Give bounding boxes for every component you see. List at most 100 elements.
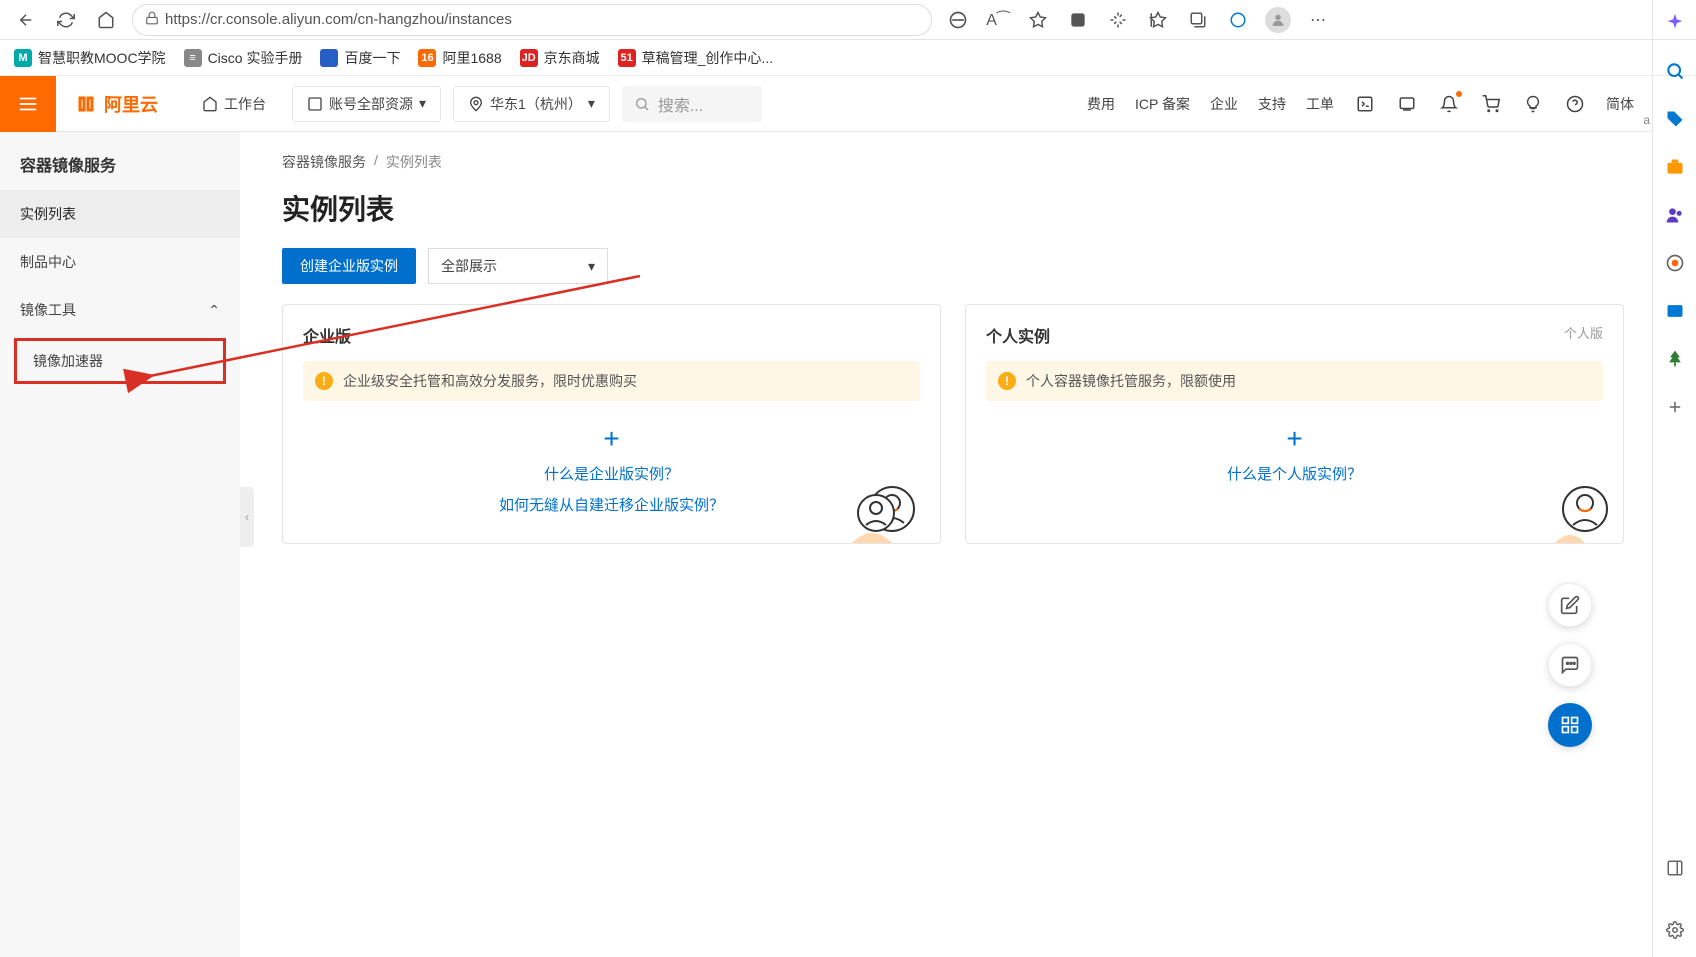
- tag-icon[interactable]: [1662, 106, 1688, 132]
- browser-ext-icon[interactable]: [1224, 6, 1252, 34]
- bookmark-item[interactable]: M智慧职教MOOC学院: [14, 48, 166, 68]
- collapse-sidebar-button[interactable]: ‹: [240, 487, 254, 547]
- workbench-link[interactable]: 工作台: [188, 86, 280, 122]
- nav-support[interactable]: 支持: [1258, 94, 1286, 114]
- bookmark-favicon: 🐾: [320, 49, 338, 67]
- help-icon[interactable]: [1564, 93, 1586, 115]
- bookmark-item[interactable]: ≡Cisco 实验手册: [184, 48, 303, 68]
- edge-sidebar: [1652, 0, 1696, 957]
- filter-select[interactable]: 全部展示 ▾: [428, 248, 608, 284]
- bookmark-item[interactable]: 51草稿管理_创作中心...: [618, 48, 773, 68]
- plus-icon[interactable]: +: [303, 425, 920, 453]
- nav-enterprise[interactable]: 企业: [1210, 94, 1238, 114]
- sidebar-title: 容器镜像服务: [0, 132, 240, 190]
- hamburger-button[interactable]: [0, 76, 56, 132]
- back-button[interactable]: [12, 6, 40, 34]
- lightbulb-icon[interactable]: [1522, 93, 1544, 115]
- refresh-button[interactable]: [52, 6, 80, 34]
- warning-icon: !: [998, 372, 1016, 390]
- nav-icp[interactable]: ICP 备案: [1135, 94, 1190, 114]
- alert-banner: ! 个人容器镜像托管服务，限额使用: [986, 361, 1603, 401]
- cart-icon[interactable]: [1480, 93, 1502, 115]
- sidebar-item-instances[interactable]: 实例列表: [0, 190, 240, 238]
- outlook-icon[interactable]: [1662, 298, 1688, 324]
- chevron-down-icon: ▾: [588, 95, 595, 112]
- console: 阿里云 工作台 账号全部资源 ▾ 华东1（杭州） ▾ 搜索... 费用 ICP …: [0, 76, 1652, 957]
- bookmark-bar: M智慧职教MOOC学院 ≡Cisco 实验手册 🐾百度一下 16阿里1688 J…: [0, 40, 1696, 76]
- copilot-icon[interactable]: [1662, 250, 1688, 276]
- bookmark-favicon: JD: [520, 49, 538, 67]
- cloud-shell-icon[interactable]: [1354, 93, 1376, 115]
- instance-cards: 企业版 ! 企业级安全托管和高效分发服务，限时优惠购买 + 什么是企业版实例？ …: [282, 304, 1624, 544]
- header-right: 费用 ICP 备案 企业 支持 工单 简体: [1087, 93, 1652, 115]
- console-search[interactable]: 搜索...: [622, 86, 762, 122]
- left-sidebar: 容器镜像服务 实例列表 制品中心 镜像工具 ⌃ 镜像加速器: [0, 132, 240, 957]
- bookmark-item[interactable]: 🐾百度一下: [320, 48, 400, 68]
- page-title: 实例列表: [282, 188, 1624, 228]
- tree-icon[interactable]: [1662, 346, 1688, 372]
- bookmark-favicon: 51: [618, 49, 636, 67]
- link-migrate-enterprise[interactable]: 如何无缝从自建迁移企业版实例？: [303, 494, 920, 515]
- briefcase-icon[interactable]: [1662, 154, 1688, 180]
- url-text: https://cr.console.aliyun.com/cn-hangzho…: [165, 11, 512, 28]
- card-title: 个人实例 个人版: [986, 323, 1603, 347]
- ie-mode-icon[interactable]: [944, 6, 972, 34]
- action-bar: 创建企业版实例 全部展示 ▾: [282, 248, 1624, 284]
- create-instance-button[interactable]: 创建企业版实例: [282, 248, 416, 284]
- bookmark-favicon: 16: [418, 49, 436, 67]
- personal-tag: 个人版: [1564, 323, 1603, 347]
- home-button[interactable]: [92, 6, 120, 34]
- sparkle-icon[interactable]: [1662, 10, 1688, 36]
- more-icon[interactable]: ⋯: [1304, 6, 1332, 34]
- account-resources-select[interactable]: 账号全部资源 ▾: [292, 86, 441, 122]
- bookmark-favicon: M: [14, 49, 32, 67]
- aliyun-logo[interactable]: 阿里云: [56, 91, 176, 117]
- bookmark-item[interactable]: JD京东商城: [520, 48, 600, 68]
- personal-card: 个人实例 个人版 ! 个人容器镜像托管服务，限额使用 + 什么是个人版实例？: [965, 304, 1624, 544]
- breadcrumb-root[interactable]: 容器镜像服务: [282, 152, 366, 172]
- sidebar-item-image-accelerator[interactable]: 镜像加速器: [14, 338, 226, 384]
- panel-icon[interactable]: [1662, 855, 1688, 881]
- extension-icon-2[interactable]: [1104, 6, 1132, 34]
- sidebar-item-artifacts[interactable]: 制品中心: [0, 238, 240, 286]
- lock-icon: [145, 11, 159, 29]
- profile-icon[interactable]: [1264, 6, 1292, 34]
- chevron-down-icon: ▾: [419, 95, 426, 112]
- chevron-down-icon: ▾: [588, 258, 595, 275]
- sidebar-item-image-tools[interactable]: 镜像工具 ⌃: [0, 286, 240, 334]
- region-select[interactable]: 华东1（杭州） ▾: [453, 86, 610, 122]
- browser-toolbar: https://cr.console.aliyun.com/cn-hangzho…: [0, 0, 1696, 40]
- warning-icon: !: [315, 372, 333, 390]
- main-content: 容器镜像服务 / 实例列表 实例列表 创建企业版实例 全部展示 ▾ 企业版 ! …: [254, 132, 1652, 957]
- alert-banner: ! 企业级安全托管和高效分发服务，限时优惠购买: [303, 361, 920, 401]
- favorites-list-icon[interactable]: [1144, 6, 1172, 34]
- extension-icon-1[interactable]: [1064, 6, 1092, 34]
- search-icon[interactable]: [1662, 58, 1688, 84]
- favorite-icon[interactable]: [1024, 6, 1052, 34]
- read-aloud-icon[interactable]: A⁀: [984, 6, 1012, 34]
- nav-fee[interactable]: 费用: [1087, 94, 1115, 114]
- breadcrumb: 容器镜像服务 / 实例列表: [282, 152, 1624, 172]
- address-bar[interactable]: https://cr.console.aliyun.com/cn-hangzho…: [132, 4, 932, 36]
- monitor-icon[interactable]: [1396, 93, 1418, 115]
- bookmark-favicon: ≡: [184, 49, 202, 67]
- chevron-up-icon: ⌃: [208, 302, 220, 319]
- breadcrumb-current: 实例列表: [386, 152, 442, 172]
- apps-fab[interactable]: [1548, 703, 1592, 747]
- console-header: 阿里云 工作台 账号全部资源 ▾ 华东1（杭州） ▾ 搜索... 费用 ICP …: [0, 76, 1652, 132]
- enterprise-card: 企业版 ! 企业级安全托管和高效分发服务，限时优惠购买 + 什么是企业版实例？ …: [282, 304, 941, 544]
- link-what-is-personal[interactable]: 什么是个人版实例？: [986, 463, 1603, 484]
- settings-icon[interactable]: [1662, 917, 1688, 943]
- people-icon[interactable]: [1662, 202, 1688, 228]
- lang-select[interactable]: 简体: [1606, 94, 1634, 114]
- link-what-is-enterprise[interactable]: 什么是企业版实例？: [303, 463, 920, 484]
- collections-icon[interactable]: [1184, 6, 1212, 34]
- add-icon[interactable]: [1662, 394, 1688, 420]
- bookmark-item[interactable]: 16阿里1688: [418, 48, 501, 68]
- card-title: 企业版: [303, 323, 920, 347]
- edit-fab[interactable]: [1548, 583, 1592, 627]
- nav-ticket[interactable]: 工单: [1306, 94, 1334, 114]
- chat-fab[interactable]: [1548, 643, 1592, 687]
- notification-icon[interactable]: [1438, 93, 1460, 115]
- plus-icon[interactable]: +: [986, 425, 1603, 453]
